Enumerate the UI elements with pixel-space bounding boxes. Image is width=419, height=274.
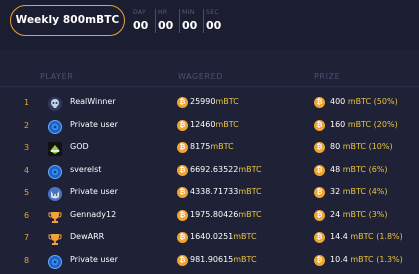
wagered-amount: 4338.71733mBTC [190,187,262,196]
table-row: 8 Private user ₿ 981.90615mBTC ₿ 10.4 mBTC (1… [0,251,419,274]
wagered-amount: 6692.63522mBTC [190,164,262,174]
bitcoin-icon: ₿ [314,187,325,198]
prize-amount: 400 mBTC (50%) [330,97,398,106]
table-row: 1 RealWinner ₿ 25990mBTC ₿ 400 mBTC (50%) [0,93,419,116]
bitcoin-icon: ₿ [177,209,188,221]
bitcoin-icon: ₿ [314,142,325,153]
prize-amount: 48 mBTC (6%) [330,164,388,174]
table-row: 6 Gennady12 ₿ 1975.80426mBTC ₿ 24 mBTC (3%) [0,206,419,229]
column-header-player: PLAYER [40,72,74,81]
player-name[interactable]: Private user [70,187,118,196]
bitcoin-icon: ₿ [177,254,188,266]
bitcoin-icon: ₿ [177,187,188,198]
rank-number: 5 [24,188,30,197]
timer-day: DAY 00 [133,9,149,32]
wagered-amount: 12460mBTC [190,119,239,129]
prize-amount: 80 mBTC (10%) [330,142,393,151]
player-name[interactable]: sverelst [70,165,101,174]
cat-avatar-icon [48,186,62,201]
god-logo-avatar [48,141,62,156]
player-name[interactable]: GOD [70,142,89,151]
timer-second: SEC 00 [203,9,227,33]
player-name[interactable]: DewARR [70,232,104,241]
header-divider [0,86,419,87]
rank-number: 6 [24,210,30,220]
bitcoin-icon: ₿ [314,209,325,221]
prize-amount: 32 mBTC (4%) [330,187,388,196]
wagered-amount: 1975.80426mBTC [190,209,262,219]
table-row: 4 sverelst ₿ 6692.63522mBTC ₿ 48 mBTC (6%) [0,161,419,184]
table-row: 3 GOD ₿ 8175mBTC ₿ 80 mBTC (10%) [0,138,419,161]
timer-minute: MIN 00 [179,9,203,33]
gear-avatar-icon [48,254,62,269]
skull-avatar-icon [48,96,62,111]
wagered-amount: 25990mBTC [190,97,239,106]
countdown-timer: DAY 00 HR 00 MIN 00 SEC 00 [132,9,227,33]
bitcoin-icon: ₿ [177,164,188,176]
column-header-wagered: WAGERED [178,72,224,81]
player-name[interactable]: RealWinner [70,97,116,106]
bitcoin-icon: ₿ [314,232,325,243]
tournament-period-button[interactable]: Weekly 800mBTC [10,5,125,36]
player-name[interactable]: Private user [70,120,118,129]
wagered-amount: 981.90615mBTC [190,254,257,264]
trophy-avatar-icon [48,231,62,245]
tournament-header: Weekly 800mBTC DAY 00 HR 00 MIN 00 SEC 0… [0,0,419,49]
rank-number: 7 [24,233,30,242]
bitcoin-icon: ₿ [314,97,325,108]
rank-number: 1 [24,98,30,107]
wagered-amount: 8175mBTC [190,142,234,151]
gear-avatar-icon [48,164,62,179]
timer-hour: HR 00 [155,9,179,33]
wagered-amount: 1640.0251mBTC [190,232,257,241]
trophy-avatar-icon [48,209,62,223]
bitcoin-icon: ₿ [314,164,325,176]
bitcoin-icon: ₿ [177,142,188,153]
prize-amount: 160 mBTC (20%) [330,119,398,129]
bitcoin-icon: ₿ [177,97,188,108]
player-name[interactable]: Private user [70,255,118,264]
rank-number: 2 [24,120,30,130]
prize-amount: 14.4 mBTC (1.8%) [330,232,403,241]
bitcoin-icon: ₿ [314,254,325,266]
bitcoin-icon: ₿ [177,232,188,243]
column-header-prize: PRIZE [314,72,341,81]
table-row: 7 DewARR ₿ 1640.0251mBTC ₿ 14.4 mBTC (1.8%) [0,228,419,251]
table-row: 2 Private user ₿ 12460mBTC ₿ 160 mBTC (20%) [0,116,419,139]
table-row: 5 Private user ₿ 4338.71733mBTC ₿ 32 mBTC (4%… [0,183,419,206]
gear-avatar-icon [48,119,62,134]
rank-number: 8 [24,255,30,265]
prize-amount: 10.4 mBTC (1.3%) [330,254,403,264]
player-name[interactable]: Gennady12 [70,210,116,219]
prize-amount: 24 mBTC (3%) [330,209,388,219]
bitcoin-icon: ₿ [177,119,188,131]
rank-number: 4 [24,165,30,175]
rank-number: 3 [24,143,30,152]
bitcoin-icon: ₿ [314,119,325,131]
